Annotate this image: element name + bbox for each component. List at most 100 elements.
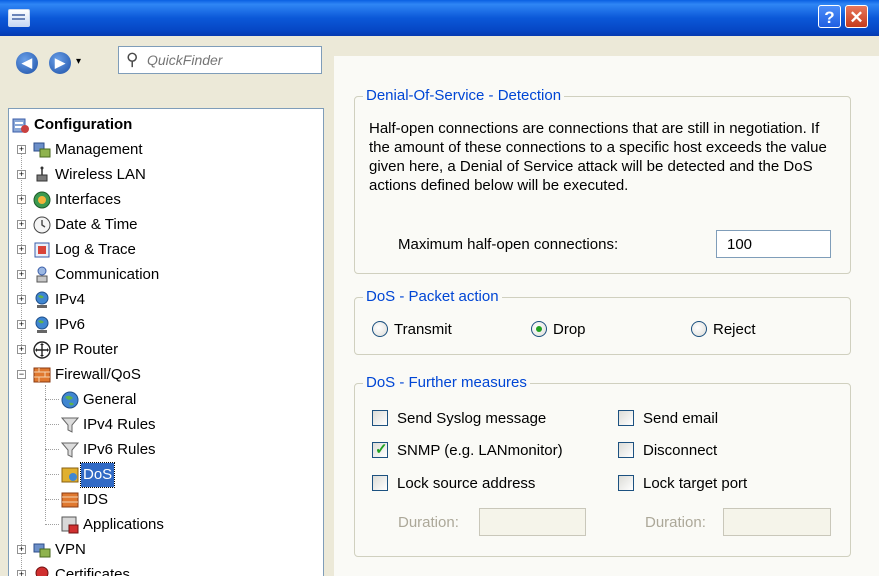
filter-icon [61,442,79,458]
packet-action-group: DoS - Packet action Transmit Drop Reject [354,288,851,355]
management-icon [33,142,51,158]
checkmark-icon: ✓ [375,441,388,458]
tree-label: Wireless LAN [55,166,146,183]
forward-arrow-icon[interactable]: ▶ [49,52,71,74]
filter-icon [61,417,79,433]
history-dropdown-icon[interactable]: ▾ [76,56,81,67]
ids-icon [61,492,79,508]
checkbox[interactable] [618,410,634,426]
tree-label: General [83,391,137,408]
tree-label: IDS [83,491,109,508]
duration-source-input[interactable] [479,508,586,536]
close-button[interactable]: ✕ [845,5,868,28]
checkbox-label: Send email [643,410,719,427]
radio-selected-dot [536,326,542,332]
clock-icon [33,216,51,234]
further-measures-title: DoS - Further measures [363,374,530,391]
tree-label: DoS [79,462,116,488]
checkbox-label: SNMP (e.g. LANmonitor) [397,442,563,459]
tree-connector [45,499,59,500]
checkbox-label: Lock source address [397,475,536,492]
back-arrow-icon[interactable]: ◀ [16,52,38,74]
expand-icon[interactable]: + [17,220,26,229]
expand-icon[interactable]: + [17,545,26,554]
tree-connector [45,474,59,475]
expand-icon[interactable]: + [17,320,26,329]
tree-label: Management [55,141,143,158]
log-icon [34,242,50,258]
tree-connector [45,424,59,425]
tree-label: Log & Trace [55,241,136,258]
search-icon: ⚲ [126,50,139,69]
expand-icon[interactable]: + [17,245,26,254]
checkbox[interactable] [372,410,388,426]
tree-label: Applications [83,516,164,533]
firewall-icon [33,367,51,383]
dos-detection-group: Denial-Of-Service - Detection Half-open … [354,87,851,274]
duration-target-input[interactable] [723,508,831,536]
ipv6-icon [35,316,49,333]
dos-detection-description: Half-open connections are connections th… [369,120,827,194]
tree-connector [45,399,59,400]
tree-label: IPv4 [55,291,86,308]
dialog-window: ? ✕ ◀ ▶ ▾ ⚲ QuickFinder Configuration + … [0,0,879,576]
checkbox[interactable] [618,442,634,458]
tree-label: Communication [55,266,160,283]
expand-icon[interactable]: + [17,270,26,279]
interfaces-icon [33,191,51,209]
quickfinder-input[interactable] [147,50,317,70]
vpn-icon [33,543,51,558]
expand-icon[interactable]: + [17,170,26,179]
navigation-pane: ◀ ▶ ▾ ⚲ Configuration [0,36,330,576]
tree-label: Interfaces [55,191,121,208]
radio-label: Drop [553,321,586,338]
wireless-icon [36,166,48,182]
radio-button[interactable] [531,321,547,337]
collapse-icon[interactable]: − [17,370,26,379]
tree-root-label: Configuration [34,116,133,133]
duration-source-label: Duration: [398,514,459,531]
configuration-tree[interactable]: Configuration + Management + Wireless LA… [8,108,324,576]
certificate-icon [35,566,49,576]
tree-label: Certificates [55,566,131,576]
ipv4-icon [35,291,49,308]
dos-detection-title: Denial-Of-Service - Detection [363,87,565,104]
tree-label: Firewall/QoS [55,366,141,383]
packet-action-title: DoS - Packet action [363,288,502,305]
tree-label: IPv4 Rules [83,416,156,433]
max-half-open-input[interactable] [716,230,831,258]
checkbox-label: Send Syslog message [397,410,547,427]
tree-label: IPv6 Rules [83,441,156,458]
tree-label: VPN [55,541,86,558]
quickfinder-box[interactable]: ⚲ [118,46,322,74]
checkbox-label: Lock target port [643,475,748,492]
expand-icon[interactable]: + [17,345,26,354]
expand-icon[interactable]: + [17,570,26,576]
tree-label: IP Router [55,341,119,358]
checkbox[interactable] [372,475,388,491]
expand-icon[interactable]: + [17,195,26,204]
radio-label: Transmit [394,321,452,338]
applications-icon [61,516,79,534]
max-half-open-label: Maximum half-open connections: [398,236,619,253]
radio-button[interactable] [372,321,388,337]
expand-icon[interactable]: + [17,145,26,154]
tree-connector [21,149,22,576]
settings-pane: Denial-Of-Service - Detection Half-open … [334,56,879,576]
tree-label: IPv6 [55,316,86,333]
duration-target-label: Duration: [645,514,706,531]
expand-icon[interactable]: + [17,295,26,304]
router-icon [33,341,51,359]
radio-button[interactable] [691,321,707,337]
checkbox[interactable]: ✓ [372,441,388,458]
dos-icon [61,467,79,483]
checkbox[interactable] [618,475,634,491]
further-measures-group: DoS - Further measures Send Syslog messa… [354,374,851,557]
help-button[interactable]: ? [818,5,841,28]
title-bar[interactable]: ? ✕ [0,0,879,36]
tree-connector [45,524,59,525]
globe-icon [61,391,79,409]
app-window-icon [8,9,30,27]
tree-connector [45,449,59,450]
checkbox-label: Disconnect [643,442,718,459]
